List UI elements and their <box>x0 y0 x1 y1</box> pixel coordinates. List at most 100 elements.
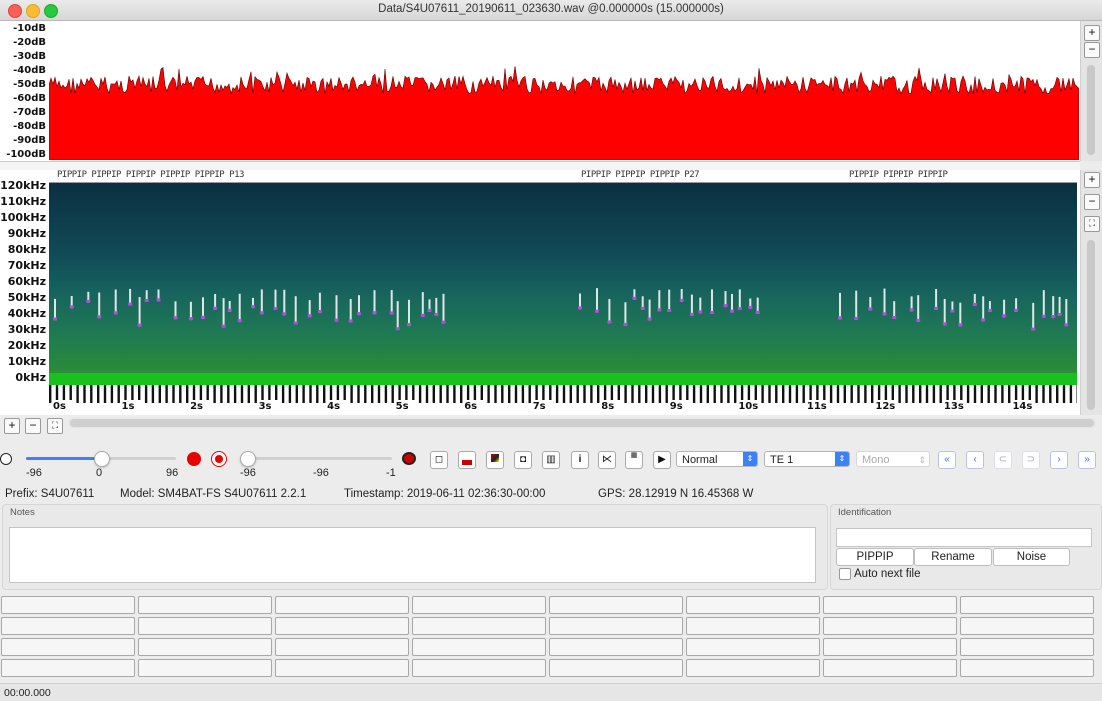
time-minor-tick <box>1056 385 1059 403</box>
info-icon[interactable]: i <box>571 451 589 469</box>
noise-button[interactable]: Noise <box>993 548 1070 566</box>
spectrogram-zoom-in-button[interactable]: + <box>1084 172 1100 188</box>
color-map-icon[interactable] <box>486 451 504 469</box>
time-minor-tick <box>802 385 805 403</box>
threshold-value-label: -96 <box>313 467 329 479</box>
species-button[interactable] <box>412 596 546 614</box>
time-tick-label: 7s <box>533 401 546 412</box>
previous-marked-button[interactable]: ⊂ <box>994 451 1012 469</box>
threshold-slider-knob[interactable] <box>240 451 256 467</box>
last-file-button[interactable]: » <box>1078 451 1096 469</box>
spectrogram-vscroll[interactable]: + − ⛶ <box>1080 170 1102 415</box>
annotation-label[interactable]: PIPPIP PIPPIP PIPPIP <box>849 170 948 180</box>
species-button[interactable] <box>549 617 683 635</box>
waveform-scroll-thumb[interactable] <box>1087 65 1095 155</box>
species-button[interactable] <box>138 596 272 614</box>
spectrogram-zoom-out-button[interactable]: − <box>1084 194 1100 210</box>
frame-icon[interactable]: ◘ <box>514 451 532 469</box>
spectrogram-canvas[interactable] <box>49 183 1077 385</box>
species-button[interactable] <box>686 659 820 677</box>
horizontal-zoom-in-button[interactable]: + <box>4 418 20 434</box>
threshold-slider-track[interactable] <box>240 451 392 467</box>
horizontal-zoom-out-button[interactable]: − <box>25 418 41 434</box>
spectrogram-fit-button[interactable]: ⛶ <box>1084 216 1100 232</box>
gain-slider-knob[interactable] <box>94 451 110 467</box>
mark-red-icon[interactable] <box>458 451 476 469</box>
next-file-button[interactable]: › <box>1050 451 1068 469</box>
species-button[interactable] <box>686 596 820 614</box>
species-button[interactable] <box>275 596 409 614</box>
next-marked-button[interactable]: ⊃ <box>1022 451 1040 469</box>
horizontal-scroll-thumb[interactable] <box>70 419 1094 427</box>
species-button[interactable] <box>138 638 272 656</box>
time-minor-tick <box>994 385 997 403</box>
bat-call-peak <box>293 321 298 325</box>
bat-call-peak <box>53 317 57 321</box>
record-button[interactable] <box>187 452 201 466</box>
time-minor-tick <box>377 385 381 403</box>
rename-button[interactable]: Rename <box>914 548 992 566</box>
auto-record-icon[interactable] <box>402 452 416 465</box>
species-button[interactable] <box>823 617 957 635</box>
bat-call-peak <box>334 318 339 322</box>
previous-file-button[interactable]: ‹ <box>966 451 984 469</box>
species-button[interactable] <box>960 638 1094 656</box>
first-file-button[interactable]: « <box>938 451 956 469</box>
record-toggle-button[interactable] <box>211 451 227 467</box>
bat-call-peak <box>987 308 992 312</box>
species-button[interactable] <box>823 638 957 656</box>
species-button[interactable] <box>275 617 409 635</box>
compress-icon[interactable]: ⋉ <box>598 451 616 469</box>
annotation-track[interactable]: PIPPIP PIPPIP PIPPIP PIPPIP PIPPIP P13 P… <box>49 170 1077 183</box>
pippip-button[interactable]: PIPPIP <box>836 548 914 566</box>
species-button[interactable] <box>1 596 135 614</box>
annotation-label[interactable]: PIPPIP PIPPIP PIPPIP P27 <box>581 170 700 180</box>
species-button[interactable] <box>138 659 272 677</box>
mode-select[interactable]: Normal ⇕ <box>676 451 758 467</box>
speaker-icon[interactable] <box>0 453 12 465</box>
waveform-zoom-in-button[interactable]: + <box>1084 25 1100 41</box>
species-button[interactable] <box>686 638 820 656</box>
time-minor-tick <box>350 385 353 403</box>
prefix-info: Prefix: S4U07611 <box>5 488 95 500</box>
species-button[interactable] <box>686 617 820 635</box>
species-button[interactable] <box>1 638 135 656</box>
species-button[interactable] <box>549 659 683 677</box>
species-button[interactable] <box>412 659 546 677</box>
auto-next-label: Auto next file <box>854 568 921 580</box>
square-view-icon[interactable]: ◻ <box>430 451 448 469</box>
identification-input[interactable] <box>836 528 1092 547</box>
species-button[interactable] <box>960 596 1094 614</box>
species-button[interactable] <box>960 659 1094 677</box>
waveform-canvas[interactable] <box>49 24 1079 160</box>
horizontal-fit-button[interactable]: ⛶ <box>47 418 63 434</box>
auto-next-checkbox[interactable] <box>839 568 851 580</box>
species-button[interactable] <box>823 596 957 614</box>
channel-select[interactable]: Mono ⇕ <box>856 451 930 467</box>
annotation-label[interactable]: PIPPIP PIPPIP PIPPIP PIPPIP PIPPIP P13 <box>57 170 244 180</box>
notes-textarea[interactable] <box>9 527 816 583</box>
species-button[interactable] <box>275 659 409 677</box>
species-button[interactable] <box>1 659 135 677</box>
species-button[interactable] <box>412 617 546 635</box>
species-button[interactable] <box>138 617 272 635</box>
horizontal-scrollbar[interactable] <box>68 418 1096 428</box>
species-button[interactable] <box>549 638 683 656</box>
species-button[interactable] <box>823 659 957 677</box>
waveform-zoom-out-button[interactable]: − <box>1084 42 1100 58</box>
species-button[interactable] <box>960 617 1094 635</box>
species-button[interactable] <box>1 617 135 635</box>
grid-icon[interactable]: ▦ <box>625 451 643 469</box>
species-button[interactable] <box>275 638 409 656</box>
time-minor-tick <box>528 385 531 403</box>
species-button[interactable] <box>412 638 546 656</box>
spectrogram-scroll-thumb[interactable] <box>1087 240 1095 410</box>
bat-call-peak <box>407 323 411 327</box>
species-button[interactable] <box>549 596 683 614</box>
gain-slider-track[interactable] <box>26 451 176 467</box>
play-icon[interactable]: ▶ <box>653 451 671 469</box>
te-select[interactable]: TE 1 ⇕ <box>764 451 850 467</box>
waveform-vscroll[interactable]: + − <box>1080 21 1102 161</box>
bars-icon[interactable]: ▥ <box>542 451 560 469</box>
waveform-envelope <box>49 66 1079 160</box>
